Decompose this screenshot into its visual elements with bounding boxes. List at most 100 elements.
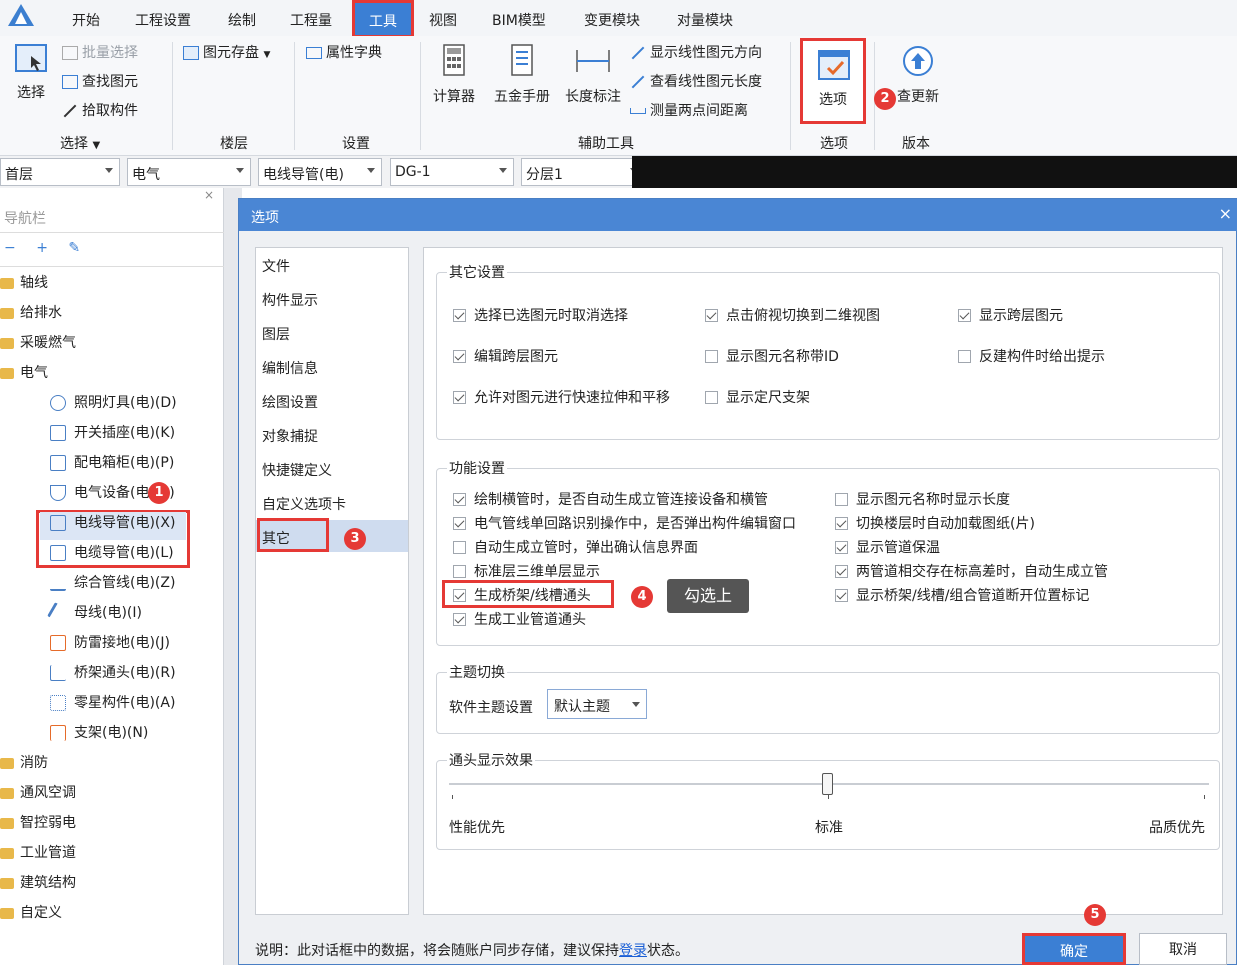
login-link[interactable]: 登录 — [619, 943, 647, 959]
checkbox[interactable] — [453, 350, 466, 363]
nav-item-combined[interactable]: 综合管线(电)(Z) — [50, 572, 175, 600]
cancel-button[interactable]: 取消 — [1139, 933, 1227, 965]
tab-tools[interactable]: 工具 — [352, 0, 414, 38]
component-select[interactable]: DG-1 — [390, 158, 514, 186]
layer-select[interactable]: 分层1 — [521, 158, 645, 186]
checkbox[interactable] — [453, 613, 466, 626]
check-update-button[interactable]: 查更新 — [892, 44, 944, 106]
checkbox[interactable] — [453, 309, 466, 322]
tab-change[interactable]: 变更模块 — [584, 10, 640, 30]
category-component-display[interactable]: 构件显示 — [256, 282, 408, 314]
nav-item-busbar[interactable]: 母线(电)(I) — [47, 602, 142, 630]
discipline-select[interactable]: 电气 — [127, 158, 251, 186]
opt-industrial-joint[interactable]: 生成工业管道通头 — [453, 609, 586, 629]
opt-fixed-bracket[interactable]: 显示定尺支架 — [705, 387, 810, 407]
nav-item-tray-joint[interactable]: 桥架通头(电)(R) — [50, 662, 176, 690]
tab-quantity[interactable]: 工程量 — [290, 10, 332, 30]
nav-folder-water[interactable]: 给排水 — [0, 302, 62, 330]
nav-item-lighting[interactable]: 照明灯具(电)(D) — [50, 392, 177, 420]
opt-auto-load-drawing[interactable]: 切换楼层时自动加载图纸(片) — [835, 513, 1035, 533]
category-compile-info[interactable]: 编制信息 — [256, 350, 408, 382]
close-icon[interactable]: × — [1219, 204, 1232, 223]
nav-folder-fire[interactable]: 消防 — [0, 752, 48, 780]
checkbox[interactable] — [453, 517, 466, 530]
category-layer[interactable]: 图层 — [256, 316, 408, 348]
group-select-title[interactable]: 选择 ▼ — [60, 133, 100, 153]
category-object-snap[interactable]: 对象捕捉 — [256, 418, 408, 450]
nav-item-cabinet[interactable]: 配电箱柜(电)(P) — [50, 452, 174, 480]
nav-folder-axis[interactable]: 轴线 — [0, 272, 48, 300]
nav-folder-heating[interactable]: 采暖燃气 — [0, 332, 76, 360]
opt-show-name-id[interactable]: 显示图元名称带ID — [705, 346, 839, 366]
find-element-button[interactable]: 查找图元 — [62, 71, 138, 91]
nav-folder-electric[interactable]: 电气 — [0, 362, 48, 390]
nav-item-cable-conduit[interactable]: 电缆导管(电)(L) — [50, 542, 174, 570]
checkbox[interactable] — [835, 517, 848, 530]
nav-folder-hvac[interactable]: 通风空调 — [0, 782, 76, 810]
show-direction-button[interactable]: 显示线性图元方向 — [630, 42, 762, 62]
checkbox[interactable] — [835, 493, 848, 506]
opt-top-view-2d[interactable]: 点击俯视切换到二维视图 — [705, 305, 880, 325]
element-save-button[interactable]: 图元存盘 ▼ — [183, 42, 270, 62]
checkbox[interactable] — [835, 565, 848, 578]
nav-item-bracket[interactable]: 支架(电)(N) — [50, 722, 148, 750]
opt-show-insulation[interactable]: 显示管道保温 — [835, 537, 940, 557]
checkbox[interactable] — [453, 565, 466, 578]
opt-show-cross-layer[interactable]: 显示跨层图元 — [958, 305, 1063, 325]
opt-popup-editor[interactable]: 电气管线单回路识别操作中，是否弹出构件编辑窗口 — [453, 513, 796, 533]
slider-thumb[interactable] — [822, 773, 833, 795]
expand-all-icon[interactable]: + — [36, 240, 48, 256]
opt-confirm-riser[interactable]: 自动生成立管时，弹出确认信息界面 — [453, 537, 698, 557]
pick-component-button[interactable]: 拾取构件 — [62, 100, 138, 120]
floor-select[interactable]: 首层 — [0, 158, 120, 186]
opt-single-layer-3d[interactable]: 标准层三维单层显示 — [453, 561, 600, 581]
checkbox[interactable] — [705, 309, 718, 322]
nav-item-lightning[interactable]: 防雷接地(电)(J) — [50, 632, 170, 660]
collapse-all-icon[interactable]: − — [4, 240, 16, 256]
close-icon[interactable]: × — [204, 188, 214, 202]
component-type-select[interactable]: 电线导管(电) — [258, 158, 382, 186]
checkbox[interactable] — [958, 350, 971, 363]
opt-elevation-riser[interactable]: 两管道相交存在标高差时，自动生成立管 — [835, 561, 1108, 581]
tab-start[interactable]: 开始 — [72, 10, 100, 30]
tab-bim[interactable]: BIM模型 — [492, 10, 546, 30]
opt-reverse-build-hint[interactable]: 反建构件时给出提示 — [958, 346, 1105, 366]
tab-compare[interactable]: 对量模块 — [677, 10, 733, 30]
opt-cancel-selected[interactable]: 选择已选图元时取消选择 — [453, 305, 628, 325]
nav-folder-structure[interactable]: 建筑结构 — [0, 872, 76, 900]
opt-auto-riser[interactable]: 绘制横管时，是否自动生成立管连接设备和横管 — [453, 489, 768, 509]
options-button[interactable]: 选项 — [800, 38, 866, 124]
view-length-button[interactable]: 查看线性图元长度 — [630, 71, 762, 91]
theme-select[interactable]: 默认主题 — [547, 689, 647, 719]
length-mark-button[interactable]: 长度标注 — [562, 44, 624, 106]
checkbox[interactable] — [705, 391, 718, 404]
hardware-manual-button[interactable]: 五金手册 — [491, 44, 553, 106]
nav-folder-industrial[interactable]: 工业管道 — [0, 842, 76, 870]
nav-item-wire-conduit[interactable]: 电线导管(电)(X) — [40, 512, 186, 540]
opt-show-length[interactable]: 显示图元名称时显示长度 — [835, 489, 1010, 509]
nav-item-misc[interactable]: 零星构件(电)(A) — [50, 692, 175, 720]
category-shortcuts[interactable]: 快捷键定义 — [256, 452, 408, 484]
checkbox[interactable] — [453, 541, 466, 554]
ok-button[interactable]: 确定 — [1022, 933, 1126, 965]
nav-folder-custom[interactable]: 自定义 — [0, 902, 62, 930]
category-custom-tab[interactable]: 自定义选项卡 — [256, 486, 408, 518]
opt-break-marker[interactable]: 显示桥架/线槽/组合管道断开位置标记 — [835, 585, 1089, 605]
tab-draw[interactable]: 绘制 — [228, 10, 256, 30]
checkbox[interactable] — [453, 391, 466, 404]
attr-dict-button[interactable]: 属性字典 — [306, 42, 382, 62]
tab-view[interactable]: 视图 — [429, 10, 457, 30]
checkbox[interactable] — [958, 309, 971, 322]
nav-item-switch[interactable]: 开关插座(电)(K) — [50, 422, 175, 450]
tab-project-settings[interactable]: 工程设置 — [135, 10, 191, 30]
measure-distance-button[interactable]: 测量两点间距离 — [630, 100, 748, 120]
opt-edit-cross-layer[interactable]: 编辑跨层图元 — [453, 346, 558, 366]
nav-folder-smart[interactable]: 智控弱电 — [0, 812, 76, 840]
select-button[interactable]: 选择 — [10, 42, 52, 102]
category-drawing-settings[interactable]: 绘图设置 — [256, 384, 408, 416]
opt-quick-stretch[interactable]: 允许对图元进行快速拉伸和平移 — [453, 387, 670, 407]
edit-icon[interactable]: ✎ — [68, 240, 80, 256]
checkbox[interactable] — [835, 589, 848, 602]
calculator-button[interactable]: 计算器 — [430, 44, 478, 106]
checkbox[interactable] — [835, 541, 848, 554]
